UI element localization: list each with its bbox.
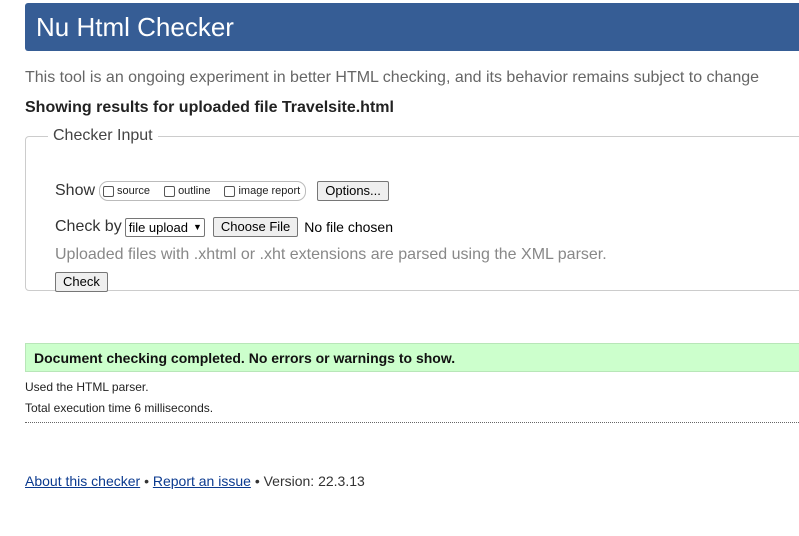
intro-text: This tool is an ongoing experiment in be… (25, 69, 760, 86)
outline-checkbox[interactable] (164, 185, 176, 197)
choose-file-button[interactable]: Choose File (212, 217, 299, 237)
results-heading: Showing results for uploaded file Travel… (25, 99, 394, 116)
check-by-row: Check by file upload ▼ Choose File No fi… (55, 217, 393, 237)
footer-separator-2: • (254, 473, 260, 489)
show-outline-option[interactable]: outline (164, 185, 210, 197)
page-title: Nu Html Checker (36, 12, 234, 42)
about-link[interactable]: About this checker (25, 473, 140, 489)
image-report-checkbox[interactable] (224, 185, 236, 197)
execution-time: Total execution time 6 milliseconds. (25, 401, 214, 415)
footer: About this checker • Report an issue • V… (25, 473, 365, 489)
check-by-label: Check by (55, 218, 122, 235)
source-label: source (117, 185, 151, 197)
check-by-select-value: file upload (128, 219, 188, 235)
check-row: Check (55, 272, 108, 292)
check-by-select[interactable]: file upload ▼ (124, 217, 205, 237)
chevron-down-icon: ▼ (192, 222, 202, 232)
show-row: Show source outline image report Options… (55, 181, 389, 201)
no-file-text: No file chosen (304, 219, 393, 235)
image-report-label: image report (238, 185, 301, 197)
show-label: Show (55, 182, 96, 199)
source-checkbox[interactable] (103, 185, 115, 197)
report-issue-link[interactable]: Report an issue (153, 473, 251, 489)
checker-input-fieldset: Checker Input Show source outline image … (25, 127, 799, 292)
options-button[interactable]: Options... (317, 181, 389, 201)
page-header: Nu Html Checker (25, 3, 799, 51)
footer-separator-1: • (144, 473, 149, 489)
show-options-group: source outline image report (99, 181, 307, 201)
version-text: Version: 22.3.13 (263, 473, 365, 489)
status-message: Document checking completed. No errors o… (34, 350, 456, 366)
status-banner: Document checking completed. No errors o… (25, 343, 799, 372)
show-source-option[interactable]: source (103, 185, 150, 197)
parser-hint: Uploaded files with .xhtml or .xht exten… (55, 246, 607, 263)
outline-label: outline (178, 185, 211, 197)
check-button[interactable]: Check (55, 272, 108, 292)
show-image-report-option[interactable]: image report (224, 185, 300, 197)
divider (25, 422, 799, 423)
checker-input-legend: Checker Input (53, 127, 153, 144)
parser-info: Used the HTML parser. (25, 380, 149, 394)
